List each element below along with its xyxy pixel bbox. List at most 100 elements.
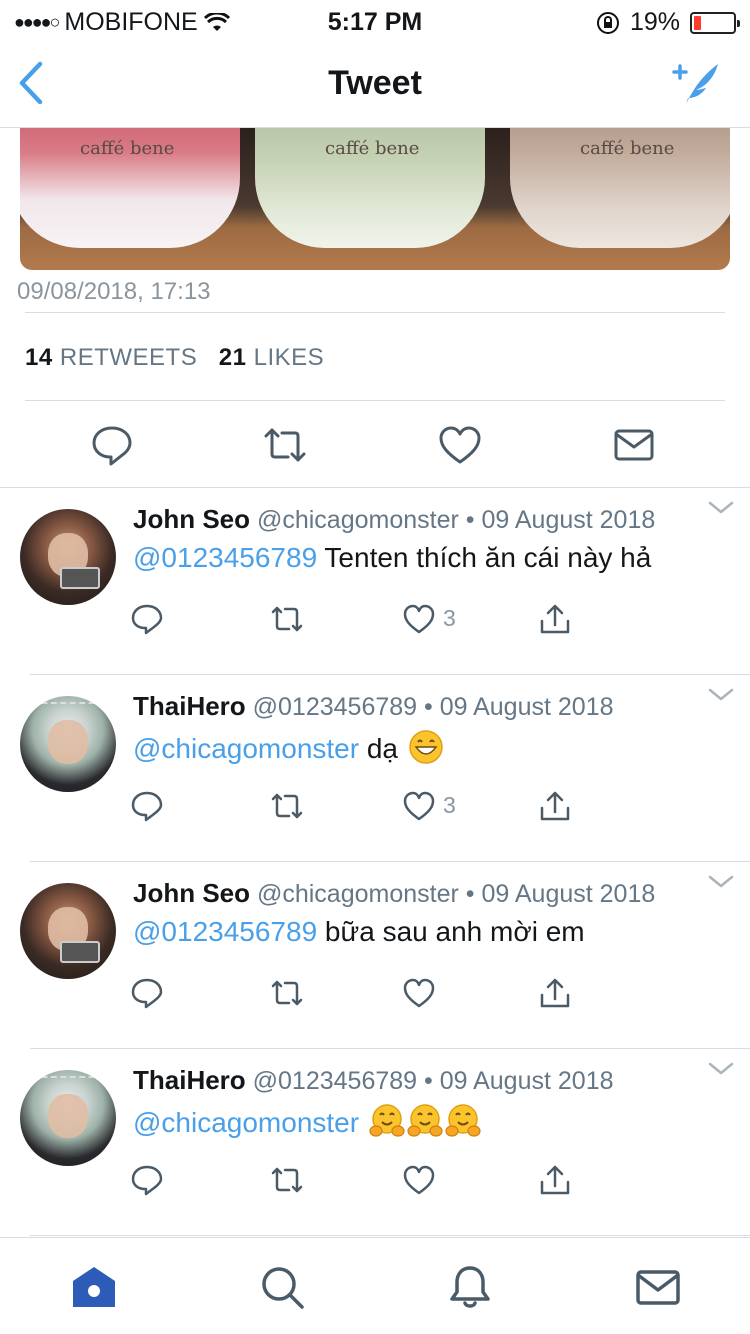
avatar-face	[48, 1094, 88, 1138]
photo-brand-label: caffé bene	[325, 138, 420, 159]
likes-count[interactable]: 21	[219, 344, 247, 371]
battery-percent: 19%	[629, 8, 680, 36]
share-icon[interactable]	[539, 977, 571, 1009]
notifications-icon[interactable]	[447, 1264, 493, 1310]
photo-brand-label: caffé bene	[80, 138, 175, 159]
tab-bar	[0, 1237, 750, 1334]
status-bar: ●●●●○ MOBIFONE 5:17 PM 19%	[0, 0, 750, 40]
retweets-count[interactable]: 14	[25, 344, 53, 371]
divider	[30, 1235, 750, 1236]
messages-icon[interactable]	[635, 1264, 681, 1310]
share-icon[interactable]	[539, 790, 571, 822]
reply-body: Tenten thích ăn cái này hả	[317, 542, 652, 573]
reply-icon[interactable]	[131, 1164, 163, 1196]
reply-header: ThaiHero @0123456789 • 09 August 2018	[133, 1065, 614, 1096]
reply-text: @chicagomonster dạ	[133, 729, 444, 765]
like-count: 3	[443, 605, 456, 631]
reply-date: 09 August 2018	[481, 880, 656, 908]
retweet-icon[interactable]	[271, 603, 303, 635]
chevron-down-icon[interactable]	[708, 874, 734, 890]
search-icon[interactable]	[259, 1264, 305, 1310]
avatar[interactable]	[20, 696, 116, 792]
message-icon[interactable]	[613, 424, 655, 466]
photo-jar-middle: caffé bene	[255, 128, 485, 248]
reply-body: bữa sau anh mời em	[317, 916, 585, 947]
tweet-stats: 14 RETWEETS 21 LIKES	[25, 344, 324, 372]
reply-header: ThaiHero @0123456789 • 09 August 2018	[133, 691, 614, 722]
avatar[interactable]	[20, 509, 116, 605]
photo-brand-label: caffé bene	[580, 138, 675, 159]
reply-author-handle[interactable]: @chicagomonster	[257, 880, 459, 908]
reply-tweet[interactable]: John Seo @chicagomonster • 09 August 201…	[0, 488, 750, 675]
reply-body	[359, 1107, 367, 1138]
avatar[interactable]	[20, 883, 116, 979]
reply-icon[interactable]	[131, 977, 163, 1009]
chevron-down-icon[interactable]	[708, 687, 734, 703]
reply-text: @chicagomonster	[133, 1103, 481, 1139]
reply-separator-dot: •	[465, 506, 475, 534]
reply-date: 09 August 2018	[481, 506, 656, 534]
reply-author-handle[interactable]: @0123456789	[253, 693, 417, 721]
page-title: Tweet	[328, 64, 422, 102]
battery-level	[694, 15, 701, 30]
photo-jar-right: caffé bene	[510, 128, 730, 248]
chevron-down-icon[interactable]	[708, 1061, 734, 1077]
reply-author-handle[interactable]: @chicagomonster	[257, 506, 459, 534]
chevron-down-icon[interactable]	[708, 500, 734, 516]
tweet-timestamp: 09/08/2018, 17:13	[17, 278, 211, 305]
mention-link[interactable]: @0123456789	[133, 542, 317, 573]
retweet-icon[interactable]	[271, 790, 303, 822]
reply-text: @0123456789 Tenten thích ăn cái này hả	[133, 542, 651, 574]
reply-separator-dot: •	[424, 1067, 433, 1095]
avatar-cat-ears	[32, 1076, 104, 1090]
hugging-face-emoji	[367, 1104, 405, 1138]
like-icon[interactable]	[403, 790, 435, 822]
reply-body: dạ	[359, 733, 406, 764]
reply-author-name[interactable]: ThaiHero	[133, 1065, 246, 1095]
compose-tweet-icon[interactable]	[670, 58, 722, 110]
like-icon[interactable]	[439, 424, 481, 466]
reply-text: @0123456789 bữa sau anh mời em	[133, 916, 585, 948]
reply-tweet[interactable]: ThaiHero @0123456789 • 09 August 2018 @ch…	[0, 675, 750, 862]
avatar[interactable]	[20, 1070, 116, 1166]
retweet-icon[interactable]	[271, 977, 303, 1009]
grinning-face-emoji	[406, 730, 444, 764]
retweet-icon[interactable]	[264, 424, 306, 466]
likes-label[interactable]: LIKES	[254, 344, 325, 371]
like-icon[interactable]	[403, 977, 435, 1009]
avatar-camera	[60, 567, 100, 589]
reply-icon[interactable]	[91, 424, 133, 466]
share-icon[interactable]	[539, 603, 571, 635]
mention-link[interactable]: @chicagomonster	[133, 733, 359, 764]
reply-date: 09 August 2018	[439, 1067, 614, 1095]
share-icon[interactable]	[539, 1164, 571, 1196]
mention-link[interactable]: @0123456789	[133, 916, 317, 947]
avatar-camera	[60, 941, 100, 963]
reply-author-name[interactable]: John Seo	[133, 504, 250, 534]
mention-link[interactable]: @chicagomonster	[133, 1107, 359, 1138]
hugging-face-emoji	[443, 1104, 481, 1138]
reply-header: John Seo @chicagomonster • 09 August 201…	[133, 504, 655, 535]
like-icon[interactable]	[403, 1164, 435, 1196]
reply-author-name[interactable]: John Seo	[133, 878, 250, 908]
battery-icon	[690, 11, 740, 34]
reply-separator-dot: •	[424, 693, 433, 721]
reply-date: 09 August 2018	[439, 693, 614, 721]
divider	[25, 400, 725, 401]
reply-tweet[interactable]: John Seo @chicagomonster • 09 August 201…	[0, 862, 750, 1049]
reply-icon[interactable]	[131, 603, 163, 635]
avatar-face	[48, 720, 88, 764]
reply-author-handle[interactable]: @0123456789	[253, 1067, 417, 1095]
nav-bar: Tweet	[0, 40, 750, 128]
retweet-icon[interactable]	[271, 1164, 303, 1196]
reply-author-name[interactable]: ThaiHero	[133, 691, 246, 721]
reply-icon[interactable]	[131, 790, 163, 822]
like-icon[interactable]	[403, 603, 435, 635]
retweets-label[interactable]: RETWEETS	[60, 344, 197, 371]
status-right: 19%	[596, 8, 740, 37]
rotation-lock-icon	[596, 11, 619, 34]
tweet-actions	[0, 402, 750, 488]
home-icon[interactable]	[71, 1264, 117, 1310]
tweet-photo[interactable]: caffé bene caffé bene caffé bene	[20, 128, 730, 270]
reply-tweet[interactable]: ThaiHero @0123456789 • 09 August 2018 @ch…	[0, 1049, 750, 1236]
